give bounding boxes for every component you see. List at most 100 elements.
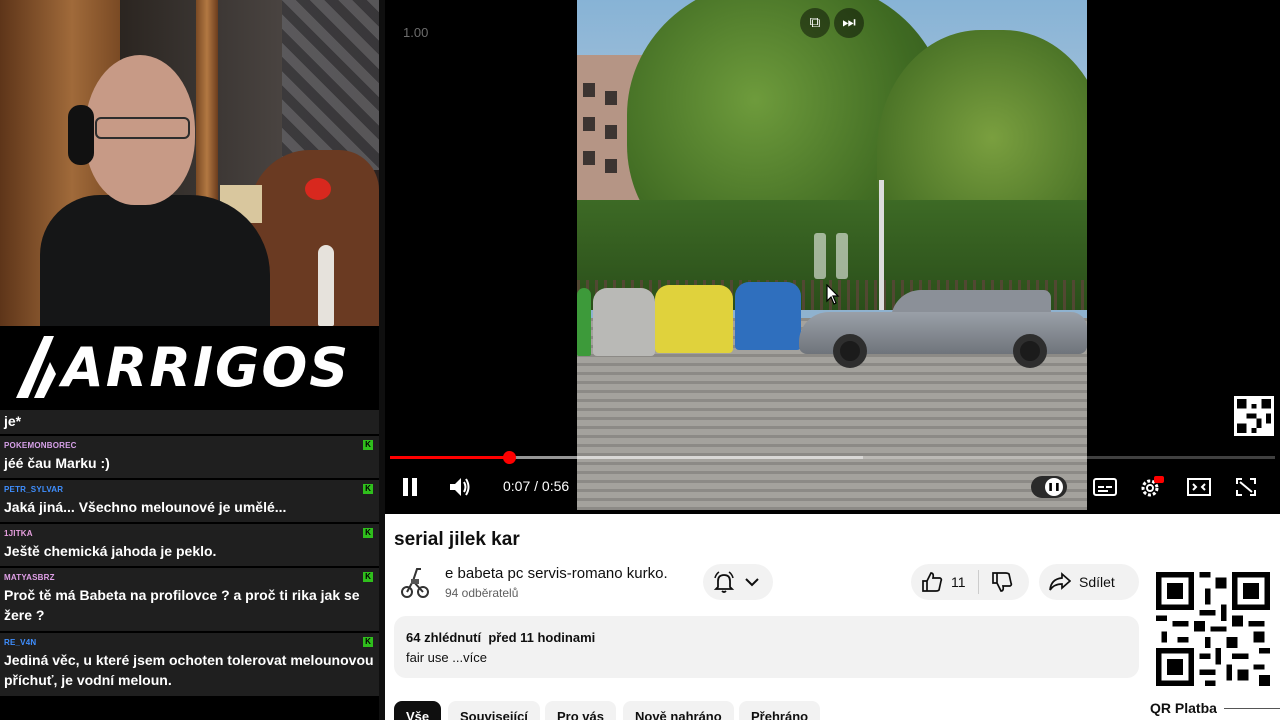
video-window bbox=[605, 91, 617, 105]
chat-message-text: jéé čau Marku :) bbox=[4, 455, 110, 471]
volume-icon bbox=[450, 478, 470, 496]
share-button[interactable]: Sdílet bbox=[1039, 564, 1139, 600]
chat-message: 1JITKA K Ještě chemická jahoda je peklo. bbox=[0, 524, 379, 566]
webcam-headphone bbox=[68, 105, 94, 165]
subtitles-icon bbox=[1093, 478, 1117, 496]
chip-all[interactable]: Vše bbox=[394, 701, 442, 720]
chevron-down-icon bbox=[745, 578, 759, 587]
description-text: fair use ...více bbox=[406, 650, 487, 665]
description-box[interactable]: 64 zhlédnutí před 11 hodinami fair use .… bbox=[394, 616, 1139, 678]
chat-username: MATYASBRZ bbox=[4, 573, 55, 582]
video-car-wheel bbox=[833, 334, 867, 368]
share-icon bbox=[1049, 572, 1071, 591]
description-more-link[interactable]: ...více bbox=[452, 650, 487, 665]
chat-badge-icon: K bbox=[363, 528, 373, 538]
chat-message-text: Ještě chemická jahoda je peklo. bbox=[4, 543, 217, 559]
qr-payment-panel: QR Platba bbox=[1144, 560, 1280, 720]
dislike-button[interactable] bbox=[979, 571, 1013, 593]
video-window bbox=[583, 151, 595, 165]
bell-icon bbox=[713, 571, 735, 593]
like-dislike-group: 11 bbox=[911, 564, 1029, 600]
video-bin-blue bbox=[735, 282, 801, 350]
settings-icon bbox=[1141, 476, 1164, 497]
webcam-streamer-body bbox=[40, 195, 270, 326]
like-count: 11 bbox=[951, 574, 966, 590]
progress-played bbox=[390, 456, 509, 459]
notification-bell-button[interactable] bbox=[703, 564, 773, 600]
mouse-cursor-icon bbox=[826, 284, 840, 305]
webcam-feed bbox=[0, 0, 379, 326]
logo-text: ARRIGOS bbox=[62, 336, 351, 399]
share-label: Sdílet bbox=[1079, 574, 1115, 590]
video-car-wheel bbox=[1013, 334, 1047, 368]
video-player[interactable]: 1.00 ⧉ ⏭ 0:07 / 0:56 ❚❚ bbox=[385, 0, 1280, 514]
time-display: 0:07 / 0:56 bbox=[503, 478, 569, 494]
channel-avatar[interactable] bbox=[399, 563, 429, 599]
volume-button[interactable] bbox=[445, 472, 475, 502]
chat-badge-icon: K bbox=[363, 440, 373, 450]
qr-code-small bbox=[1234, 396, 1274, 436]
webcam-streamer bbox=[40, 55, 270, 326]
subscriber-count: 94 odběratelů bbox=[445, 586, 519, 600]
chip-for-you[interactable]: Pro vás bbox=[545, 701, 616, 720]
pause-icon bbox=[403, 478, 417, 496]
chat-message: RE_V4N K Jediná věc, u které jsem ochote… bbox=[0, 633, 379, 696]
video-car bbox=[799, 290, 1087, 368]
qr-payment-label: QR Platba bbox=[1150, 700, 1217, 716]
qr-code bbox=[1156, 572, 1270, 686]
video-bin-green bbox=[577, 288, 591, 356]
chat-username: RE_V4N bbox=[4, 638, 37, 647]
qr-label-divider bbox=[1224, 708, 1280, 709]
thumbs-up-icon bbox=[922, 572, 943, 592]
webcam-acoustic-foam bbox=[282, 0, 379, 170]
video-bin-grey bbox=[593, 288, 655, 356]
settings-button[interactable] bbox=[1137, 472, 1167, 502]
video-bin-yellow bbox=[655, 285, 733, 353]
chip-related[interactable]: Související bbox=[448, 701, 540, 720]
subtitles-button[interactable] bbox=[1090, 472, 1120, 502]
chat-message: POKEMONBOREC K jéé čau Marku :) bbox=[0, 436, 379, 478]
like-button[interactable]: 11 bbox=[911, 571, 966, 593]
theater-mode-icon bbox=[1187, 478, 1211, 496]
view-stats: 64 zhlédnutí před 11 hodinami bbox=[406, 630, 596, 645]
webcam-plush-nose bbox=[305, 178, 331, 200]
video-window bbox=[583, 83, 595, 97]
chat-panel: je* POKEMONBOREC K jéé čau Marku :) PETR… bbox=[0, 410, 379, 720]
theater-mode-button[interactable] bbox=[1184, 472, 1214, 502]
chip-recently-uploaded[interactable]: Nově nahráno bbox=[623, 701, 734, 720]
chat-badge-icon: K bbox=[363, 637, 373, 647]
channel-logo: ARRIGOS bbox=[0, 326, 379, 410]
thumbs-down-icon bbox=[991, 572, 1012, 592]
chat-username: 1JITKA bbox=[4, 529, 33, 538]
chat-username: PETR_SYLVAR bbox=[4, 485, 64, 494]
progress-scrubber[interactable] bbox=[503, 451, 516, 464]
chat-badge-icon: K bbox=[363, 572, 373, 582]
center-pause-icon[interactable] bbox=[814, 233, 850, 279]
pause-button[interactable] bbox=[395, 472, 425, 502]
chat-message-text: je* bbox=[4, 413, 22, 429]
miniplayer-icon[interactable]: ⧉ bbox=[800, 8, 830, 38]
chip-watched[interactable]: Přehráno bbox=[739, 701, 821, 720]
chat-message-text: Proč tě má Babeta na profilovce ? a proč… bbox=[4, 587, 360, 623]
chat-message: PETR_SYLVAR K Jaká jiná... Všechno melou… bbox=[0, 480, 379, 522]
chat-message: MATYASBRZ K Proč tě má Babeta na profilo… bbox=[0, 568, 379, 631]
time-total: 0:56 bbox=[541, 478, 570, 494]
video-window bbox=[583, 117, 595, 131]
time-separator: / bbox=[530, 478, 542, 494]
chat-username: POKEMONBOREC bbox=[4, 441, 77, 450]
chat-message-text: Jediná věc, u které jsem ochoten tolerov… bbox=[4, 652, 374, 688]
chat-message: je* bbox=[0, 410, 379, 434]
fullscreen-icon bbox=[1236, 478, 1256, 496]
chat-message-text: Jaká jiná... Všechno melounové je umělé.… bbox=[4, 499, 287, 515]
video-frame[interactable]: ⧉ ⏭ bbox=[577, 0, 1087, 510]
autoplay-pause-icon: ❚❚ bbox=[1045, 478, 1063, 496]
description-body: fair use bbox=[406, 650, 449, 665]
skip-next-icon[interactable]: ⏭ bbox=[834, 8, 864, 38]
webcam-figurine bbox=[318, 245, 334, 326]
fullscreen-button[interactable] bbox=[1231, 472, 1261, 502]
channel-name[interactable]: e babeta pc servis-romano kurko. bbox=[445, 565, 668, 582]
video-window bbox=[605, 125, 617, 139]
video-window bbox=[605, 159, 617, 173]
playback-speed: 1.00 bbox=[403, 25, 429, 40]
time-current: 0:07 bbox=[503, 478, 531, 494]
